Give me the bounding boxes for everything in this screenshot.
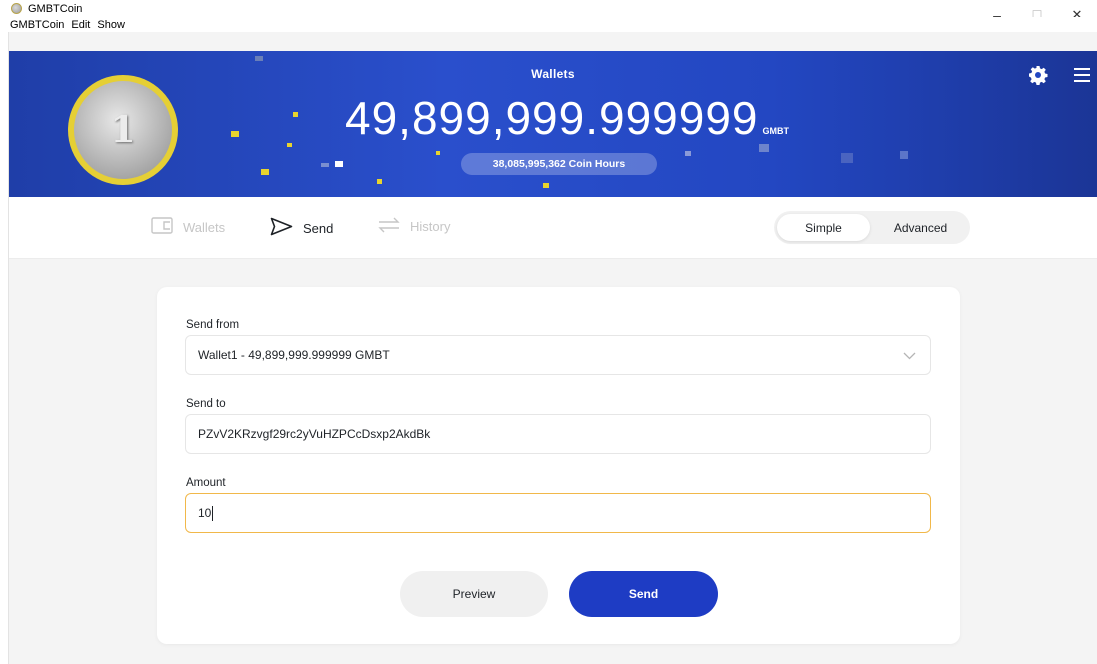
window-edge	[0, 32, 9, 664]
chevron-down-icon	[903, 349, 916, 362]
send-form-card: Send from Wallet1 - 49,899,999.999999 GM…	[157, 287, 960, 644]
preview-button[interactable]: Preview	[400, 571, 548, 617]
decor-particle	[900, 151, 908, 159]
decor-particle	[685, 151, 691, 156]
decor-particle	[543, 183, 549, 188]
coin-face: 1	[74, 81, 172, 179]
wallet-icon	[151, 217, 173, 237]
send-from-value: Wallet1 - 49,899,999.999999 GMBT	[198, 348, 390, 362]
mode-toggle: Simple Advanced	[774, 211, 970, 244]
decor-particle	[255, 56, 263, 61]
decor-particle	[335, 161, 343, 167]
balance-display: 49,899,999.999999 GMBT	[345, 91, 789, 145]
send-to-label: Send to	[186, 398, 226, 410]
send-from-label: Send from	[186, 319, 240, 331]
coin-symbol: 1	[110, 109, 136, 151]
tab-history-label: History	[410, 219, 451, 234]
coin-logo: 1	[68, 75, 178, 185]
decor-particle	[436, 151, 440, 155]
tab-send-label: Send	[303, 220, 334, 236]
decor-particle	[261, 169, 269, 175]
menu-show[interactable]: Show	[97, 19, 125, 31]
menu-gmbtcoin[interactable]: GMBTCoin	[10, 19, 64, 31]
decor-particle	[377, 179, 382, 184]
tab-wallets-label: Wallets	[183, 219, 226, 235]
amount-input[interactable]: 10	[185, 493, 931, 533]
menu-edit[interactable]: Edit	[71, 19, 90, 31]
decor-particle	[321, 163, 329, 167]
decor-particle	[293, 112, 298, 117]
mode-advanced-button[interactable]: Advanced	[874, 214, 967, 241]
decor-particle	[759, 144, 769, 152]
window-title: GMBTCoin	[28, 2, 83, 15]
text-caret	[212, 505, 214, 521]
header-title: Wallets	[531, 67, 575, 81]
amount-value: 10	[198, 506, 212, 520]
hamburger-icon[interactable]	[1074, 68, 1090, 82]
decor-particle	[287, 143, 292, 147]
nav-bar: Wallets Send History Simple Advanced	[9, 197, 1097, 259]
tab-send[interactable]: Send	[270, 217, 333, 239]
amount-label: Amount	[186, 477, 226, 489]
balance-value: 49,899,999.999999	[345, 92, 759, 144]
coin-hours-badge: 38,085,995,362 Coin Hours	[461, 153, 657, 175]
wallet-header: 1 Wallets 49,899,999.999999 GMBT 38,085,…	[9, 51, 1097, 197]
gear-icon[interactable]	[1028, 65, 1048, 85]
tab-wallets[interactable]: Wallets	[151, 217, 225, 237]
menu-bar: GMBTCoin Edit Show	[0, 17, 1097, 32]
window-titlebar: GMBTCoin	[0, 0, 1097, 17]
send-button[interactable]: Send	[569, 571, 718, 617]
send-to-input[interactable]: PZvV2KRzvgf29rc2yVuHZPCcDsxp2AkdBk	[185, 414, 931, 454]
decor-particle	[841, 153, 853, 163]
history-icon	[378, 217, 400, 236]
balance-unit: GMBT	[762, 126, 790, 136]
send-from-select[interactable]: Wallet1 - 49,899,999.999999 GMBT	[185, 335, 931, 375]
send-to-value: PZvV2KRzvgf29rc2yVuHZPCcDsxp2AkdBk	[198, 427, 431, 441]
tab-history[interactable]: History	[378, 217, 450, 236]
mode-simple-button[interactable]: Simple	[777, 214, 870, 241]
app-icon	[11, 3, 22, 14]
decor-particle	[231, 131, 239, 137]
send-icon	[270, 217, 293, 239]
